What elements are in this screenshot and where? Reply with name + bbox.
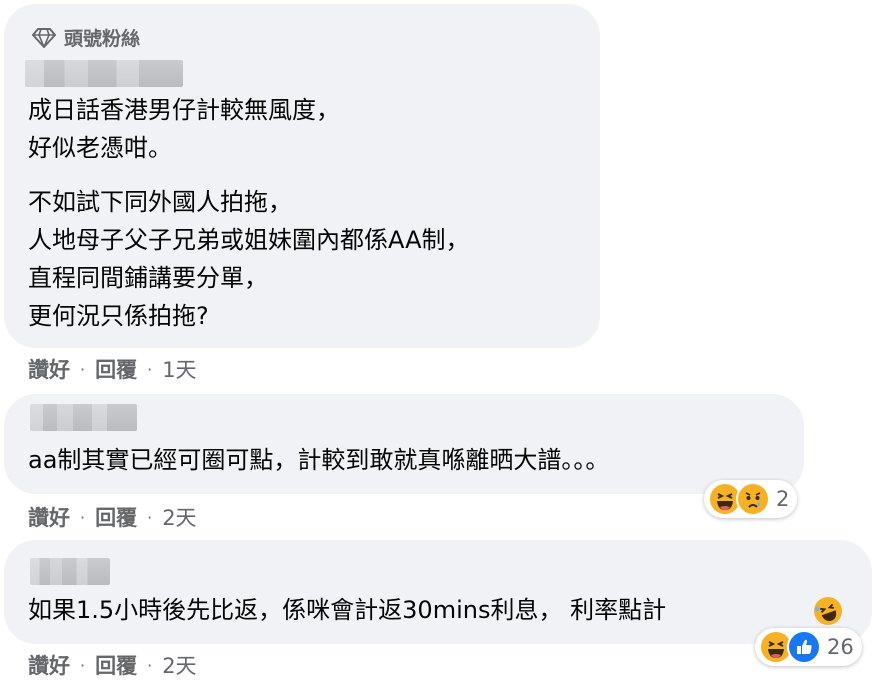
separator-dot: · bbox=[80, 359, 86, 379]
diamond-icon bbox=[32, 27, 56, 48]
comment-text: 如果1.5小時後先比返，係咪會計返30mins利息， 利率點計 bbox=[28, 596, 667, 624]
like-button[interactable]: 讚好 bbox=[28, 354, 70, 384]
comment-bubble: 頭號粉絲 成日話香港男仔計較無風度， 好似老憑咁。 不如試下同外國人拍拖， 人地… bbox=[4, 4, 600, 348]
separator-dot: · bbox=[147, 507, 153, 527]
like-button[interactable]: 讚好 bbox=[28, 650, 70, 680]
comment-text-line: 不如試下同外國人拍拖， bbox=[28, 188, 292, 216]
reaction-summary[interactable]: 26 bbox=[755, 628, 862, 666]
rofl-emoji-icon bbox=[810, 593, 846, 629]
reply-button[interactable]: 回覆 bbox=[95, 502, 137, 532]
separator-dot: · bbox=[147, 359, 153, 379]
top-fan-badge: 頭號粉絲 bbox=[32, 24, 140, 51]
timestamp[interactable]: 2天 bbox=[162, 502, 196, 532]
reaction-count: 26 bbox=[827, 635, 854, 659]
commenter-name-blurred[interactable] bbox=[25, 60, 183, 87]
comment-text: aa制其實已經可圈可點，計較到敢就真喺離晒大譜。。。 bbox=[28, 446, 610, 474]
reaction-summary[interactable]: 2 bbox=[704, 480, 798, 518]
comment-text-line: 好似老憑咁。 bbox=[28, 134, 172, 162]
commenter-name-blurred[interactable] bbox=[30, 558, 110, 585]
reaction-count: 2 bbox=[776, 487, 790, 511]
timestamp[interactable]: 1天 bbox=[162, 354, 196, 384]
like-button[interactable]: 讚好 bbox=[28, 502, 70, 532]
comment-actions: 讚好 · 回覆 · 2天 bbox=[28, 502, 197, 532]
sad-icon bbox=[736, 482, 770, 516]
comment-bubble: 如果1.5小時後先比返，係咪會計返30mins利息， 利率點計 bbox=[4, 540, 872, 644]
separator-dot: · bbox=[147, 655, 153, 675]
comment-text-line: 直程同間鋪講要分單， bbox=[28, 264, 268, 292]
comment-actions: 讚好 · 回覆 · 1天 bbox=[28, 354, 197, 384]
separator-dot: · bbox=[80, 507, 86, 527]
comment-bubble: aa制其實已經可圈可點，計較到敢就真喺離晒大譜。。。 bbox=[4, 394, 804, 494]
comment-text-line: 人地母子父子兄弟或姐妹圍內都係AA制， bbox=[28, 226, 470, 254]
badge-label: 頭號粉絲 bbox=[64, 28, 141, 50]
comment-text-line: 成日話香港男仔計較無風度， bbox=[28, 96, 340, 124]
comment-text-line: 更何況只係拍拖? bbox=[28, 302, 209, 330]
comment-actions: 讚好 · 回覆 · 2天 bbox=[28, 650, 197, 680]
like-icon bbox=[787, 630, 821, 664]
reply-button[interactable]: 回覆 bbox=[95, 354, 137, 384]
timestamp[interactable]: 2天 bbox=[162, 650, 196, 680]
reply-button[interactable]: 回覆 bbox=[95, 650, 137, 680]
separator-dot: · bbox=[80, 655, 86, 675]
commenter-name-blurred[interactable] bbox=[30, 404, 137, 431]
